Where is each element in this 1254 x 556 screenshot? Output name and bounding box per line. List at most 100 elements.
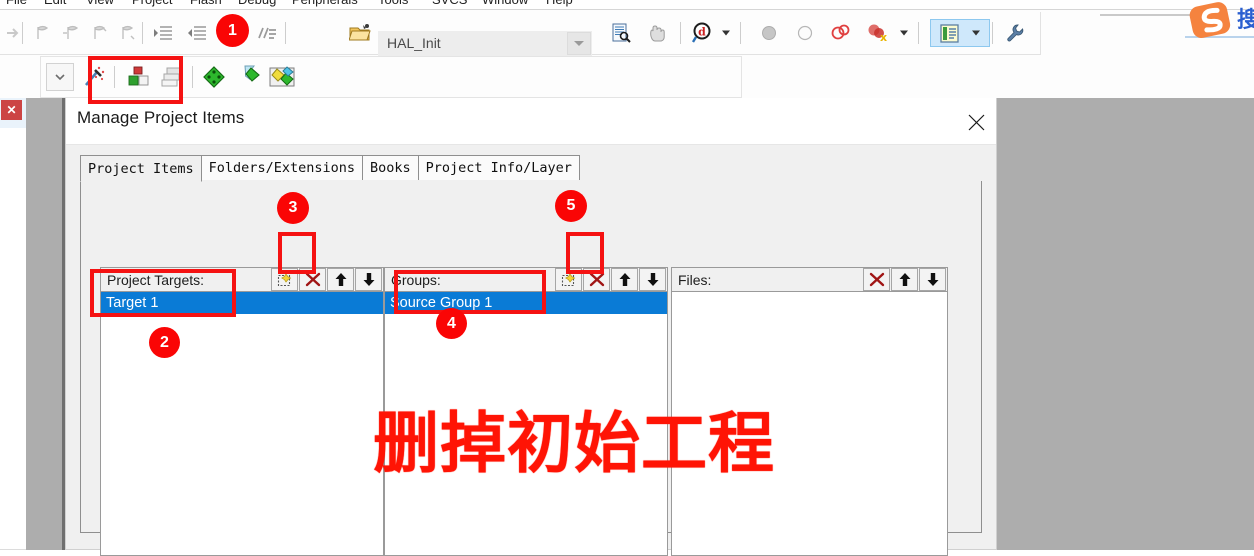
menu-item-help[interactable]: Help — [546, 0, 573, 7]
dialog-title: Manage Project Items — [77, 108, 245, 127]
toolbar-separator — [740, 22, 741, 44]
tab-folders-extensions[interactable]: Folders/Extensions — [200, 155, 363, 180]
tab-label: Project Items — [88, 160, 194, 177]
dialog-tabstrip[interactable]: Project Items Folders/Extensions Books P… — [80, 155, 580, 182]
menu-item-project[interactable]: Project — [132, 0, 172, 7]
toolbar-separator — [142, 22, 143, 44]
panel-header: Groups: — [384, 267, 668, 292]
run-to-cursor-icon[interactable] — [88, 22, 110, 44]
indent-icon[interactable] — [152, 22, 174, 44]
move-down-icon[interactable] — [919, 268, 946, 291]
breakpoint-kill-all-icon[interactable] — [830, 22, 852, 44]
hand-icon[interactable] — [646, 22, 668, 44]
toolbar-separator — [992, 22, 993, 44]
function-select-dropdown-button[interactable] — [567, 32, 591, 55]
badge-number: 1 — [228, 21, 237, 39]
list-item-label: Target 1 — [106, 295, 159, 311]
outdent-icon[interactable] — [186, 22, 208, 44]
target-options-icon[interactable] — [200, 66, 228, 88]
annotation-badge-2: 2 — [149, 327, 180, 358]
badge-number: 3 — [288, 199, 298, 216]
close-icon[interactable]: ✕ — [1, 100, 22, 120]
tab-project-items[interactable]: Project Items — [80, 155, 202, 182]
document-search-icon[interactable] — [610, 22, 632, 44]
toolbar-separator — [918, 22, 919, 44]
step-icon[interactable] — [116, 22, 138, 44]
toolbar-primary[interactable]: HAL_Init d x — [0, 10, 1254, 56]
badge-number: 4 — [447, 314, 456, 332]
open-folder-icon[interactable] — [348, 22, 374, 44]
project-window-dropdown-icon[interactable] — [972, 30, 980, 36]
menu-item-svcs[interactable]: SVCS — [432, 0, 467, 7]
configure-icon[interactable] — [1004, 22, 1026, 44]
annotation-badge-4: 4 — [436, 308, 467, 339]
function-select-value: HAL_Init — [387, 35, 441, 51]
toolbar-separator — [114, 66, 115, 88]
svg-text:d: d — [698, 26, 706, 39]
badge-number: 5 — [566, 197, 576, 214]
tab-project-info-layer[interactable]: Project Info/Layer — [417, 155, 580, 180]
remove-item-icon[interactable] — [863, 268, 890, 291]
remove-item-icon[interactable] — [583, 268, 610, 291]
left-dock-tabstrip[interactable]: ✕ — [0, 98, 27, 128]
step-into-icon[interactable] — [60, 22, 82, 44]
toolbar-build[interactable] — [0, 56, 1254, 98]
menu-item-debug[interactable]: Debug — [238, 0, 276, 7]
list-item[interactable]: Target 1 — [101, 292, 383, 314]
batch-build-icon[interactable] — [160, 66, 186, 88]
move-up-icon[interactable] — [891, 268, 918, 291]
editor-background — [997, 98, 1254, 550]
toolbar-separator — [680, 22, 681, 44]
panel-header: Project Targets: — [100, 267, 384, 292]
toolbar-separator — [192, 66, 193, 88]
find-in-files-dropdown-icon[interactable] — [722, 30, 730, 36]
menu-item-peripherals[interactable]: Peripherals — [292, 0, 358, 7]
target-filter-icon[interactable] — [234, 65, 262, 88]
project-targets-list[interactable]: Target 1 — [100, 292, 384, 556]
panel-label: Files: — [678, 271, 712, 288]
ide-root: File Edit View Project Flash Debug Perip… — [0, 0, 1254, 556]
breakpoint-empty-icon[interactable] — [794, 22, 816, 44]
annotation-badge-3: 3 — [277, 192, 309, 224]
menu-item-view[interactable]: View — [86, 0, 114, 7]
chevron-down-icon[interactable] — [46, 63, 74, 91]
sogou-logo-icon — [1185, 0, 1254, 42]
breakpoint-disabled-icon[interactable] — [758, 22, 780, 44]
menu-item-edit[interactable]: Edit — [44, 0, 66, 7]
menu-item-flash[interactable]: Flash — [190, 0, 222, 7]
breakpoint-remove-icon[interactable]: x — [866, 22, 888, 44]
tab-label: Project Info/Layer — [425, 160, 572, 176]
wizard-icon[interactable] — [82, 66, 106, 88]
tab-label: Books — [369, 160, 411, 176]
list-item[interactable]: Source Group 1 — [385, 292, 667, 314]
panel-label: Project Targets: — [107, 271, 205, 288]
move-down-icon[interactable] — [639, 268, 666, 291]
dialog-body: Project Items Folders/Extensions Books P… — [66, 144, 996, 556]
watermark-line — [1100, 14, 1190, 16]
move-up-icon[interactable] — [611, 268, 638, 291]
panel-header: Files: — [671, 267, 948, 292]
close-icon[interactable] — [962, 108, 990, 136]
toolbar-separator — [22, 22, 23, 44]
menu-item-file[interactable]: File — [6, 0, 27, 7]
find-in-files-icon[interactable]: d — [692, 22, 714, 44]
function-select[interactable]: HAL_Init — [378, 31, 592, 56]
breakpoint-remove-dropdown-icon[interactable] — [900, 30, 908, 36]
step-out-icon[interactable] — [2, 22, 24, 44]
menu-bar[interactable]: File Edit View Project Flash Debug Perip… — [0, 0, 1254, 9]
project-window-icon[interactable] — [938, 22, 960, 44]
move-down-icon[interactable] — [355, 268, 382, 291]
annotation-badge-1: 1 — [216, 14, 249, 47]
tab-books[interactable]: Books — [361, 155, 419, 180]
step-over-icon[interactable] — [32, 22, 54, 44]
uncomment-icon[interactable] — [256, 22, 278, 44]
new-item-icon[interactable] — [555, 268, 582, 291]
move-up-icon[interactable] — [327, 268, 354, 291]
menu-item-tools[interactable]: Tools — [378, 0, 408, 7]
remove-item-icon[interactable] — [299, 268, 326, 291]
menu-item-window[interactable]: Window — [482, 0, 528, 7]
multi-project-icon[interactable] — [268, 66, 296, 88]
dock-splitter[interactable] — [26, 98, 62, 550]
manage-project-items-icon[interactable] — [126, 66, 152, 88]
new-item-icon[interactable] — [271, 268, 298, 291]
